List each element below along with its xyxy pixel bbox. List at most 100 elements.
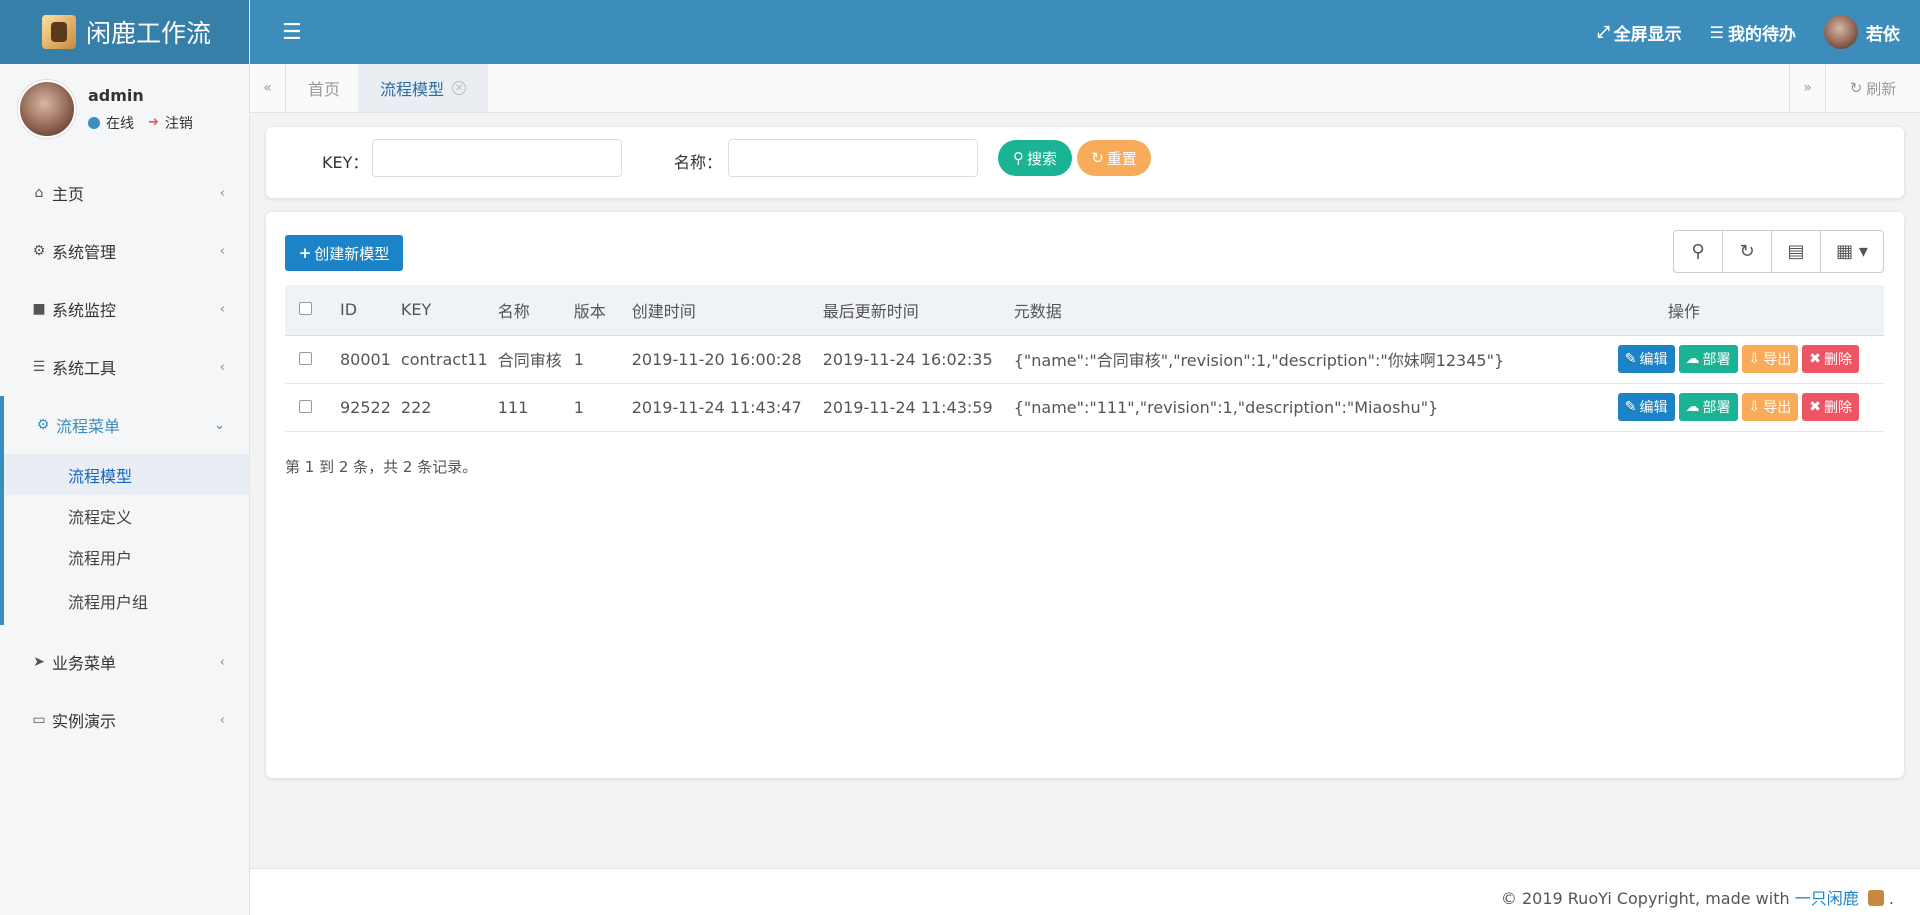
nav-sub-item-flow-model[interactable]: 流程模型: [4, 454, 249, 495]
deploy-button[interactable]: ☁ 部署: [1678, 393, 1738, 421]
column-header: 版本: [563, 285, 622, 336]
nav-item-demo[interactable]: ▭ 实例演示 ‹: [0, 691, 249, 749]
edit-label: 编辑: [1639, 400, 1668, 416]
user-menu[interactable]: 若依: [1824, 15, 1900, 49]
nav-item-system[interactable]: ⚙ 系统管理 ‹: [0, 222, 249, 280]
nav-sub-item-flow-definition[interactable]: 流程定义: [4, 495, 249, 536]
export-button[interactable]: ⇩ 导出: [1741, 393, 1799, 421]
cell-updated: 2019-11-24 16:02:35: [812, 335, 1004, 384]
row-checkbox[interactable]: [299, 399, 312, 413]
footer-suffix: .: [1888, 889, 1894, 908]
list-icon: ☰: [1709, 22, 1724, 42]
cell-updated: 2019-11-24 11:43:59: [812, 383, 1004, 432]
edit-icon: ✎: [1624, 399, 1637, 415]
close-icon: ✖: [1809, 399, 1821, 415]
close-icon: ✖: [1809, 351, 1821, 367]
nav-item-label: 流程菜单: [56, 417, 121, 436]
header-avatar: [1824, 15, 1858, 49]
desktop-icon: ▭: [32, 712, 46, 728]
tabs-scroll-right-icon[interactable]: »: [1789, 64, 1825, 112]
deer-icon: [1867, 890, 1884, 906]
user-panel: admin 在线 ➜ 注销: [0, 64, 249, 154]
footer-copyright: © 2019 RuoYi Copyright, made with: [1500, 889, 1795, 908]
gears-icon: ⚙: [36, 417, 50, 433]
nav-group-flow: ⚙ 流程菜单 ⌄ 流程模型 流程定义 流程用户 流程用户组: [0, 396, 249, 625]
chevron-left-icon: ‹: [219, 359, 225, 375]
table-toolbar: ⚲ ↻ ▤ ▦ ▾: [1673, 230, 1884, 273]
search-panel: KEY： 名称： ⚲ 搜索 ↻ 重置: [266, 127, 1904, 198]
column-header: 操作: [1533, 285, 1884, 336]
nav-sub-item-flow-usergroup[interactable]: 流程用户组: [4, 577, 249, 625]
chevron-down-icon: ⌄: [214, 417, 225, 433]
nav-item-business[interactable]: ➤ 业务菜单 ‹: [0, 633, 249, 691]
refresh-icon: ↻: [1849, 79, 1863, 97]
pagination-info: 第 1 到 2 条，共 2 条记录。: [285, 458, 478, 476]
header-username: 若依: [1866, 24, 1900, 45]
delete-label: 删除: [1824, 352, 1852, 368]
select-all-checkbox[interactable]: [299, 302, 312, 316]
reset-button[interactable]: ↻ 重置: [1077, 140, 1151, 176]
paper-plane-icon: ➤: [33, 654, 45, 670]
edit-button[interactable]: ✎ 编辑: [1617, 393, 1675, 421]
delete-button[interactable]: ✖ 删除: [1802, 345, 1859, 373]
nav-sub-item-flow-user[interactable]: 流程用户: [4, 536, 249, 577]
logout-link[interactable]: 注销: [165, 113, 193, 133]
nav-item-tools[interactable]: ☰ 系统工具 ‹: [0, 338, 249, 396]
name-input[interactable]: [728, 139, 978, 177]
user-name: admin: [88, 85, 144, 105]
todo-button[interactable]: ☰ 我的待办: [1710, 20, 1796, 45]
create-model-button[interactable]: + 创建新模型: [285, 235, 403, 271]
brand[interactable]: 闲鹿工作流: [0, 0, 249, 64]
search-icon: ⚲: [1012, 149, 1024, 167]
nav-item-home[interactable]: ⌂ 主页 ‹: [0, 164, 249, 222]
footer-link[interactable]: 一只闲鹿: [1795, 889, 1859, 908]
key-input[interactable]: [372, 139, 622, 177]
name-label: 名称：: [674, 153, 723, 172]
cell-id: 92522: [330, 383, 391, 432]
top-header: ☰ ⤢ 全屏显示 ☰ 我的待办 若依: [250, 0, 1920, 64]
plus-icon: +: [298, 244, 312, 262]
nav-item-monitor[interactable]: ■ 系统监控 ‹: [0, 280, 249, 338]
tab-label: 首页: [308, 80, 341, 99]
hamburger-menu-icon[interactable]: ☰: [282, 20, 302, 45]
edit-button[interactable]: ✎ 编辑: [1617, 345, 1675, 373]
chevron-left-icon: ‹: [219, 243, 225, 259]
chevron-left-icon: ‹: [219, 712, 225, 728]
cell-metadata: {"name":"合同审核","revision":1,"description…: [1003, 335, 1534, 384]
export-button[interactable]: ⇩ 导出: [1741, 345, 1799, 373]
nav-item-label: 系统监控: [52, 301, 117, 320]
deer-logo-icon: [42, 15, 76, 49]
todo-label: 我的待办: [1728, 24, 1796, 45]
search-button[interactable]: ⚲ 搜索: [998, 140, 1072, 176]
list-view-icon[interactable]: ▤: [1772, 231, 1821, 272]
delete-button[interactable]: ✖ 删除: [1802, 393, 1859, 421]
brand-title: 闲鹿工作流: [86, 19, 212, 48]
fullscreen-button[interactable]: ⤢ 全屏显示: [1597, 20, 1682, 45]
tabs-bar: « 首页 流程模型 ✕ » ↻ 刷新: [250, 64, 1920, 113]
close-icon[interactable]: ✕: [452, 81, 467, 95]
tab-home[interactable]: 首页: [286, 64, 362, 112]
nav-item-label: 业务菜单: [52, 654, 117, 673]
search-button-label: 搜索: [1026, 149, 1057, 168]
table-row: 80001 contract11 合同审核 1 2019-11-20 16:00…: [285, 335, 1884, 384]
column-header: 创建时间: [621, 285, 813, 336]
nav-menu: ⌂ 主页 ‹ ⚙ 系统管理 ‹ ■ 系统监控 ‹ ☰ 系统工具 ‹ ⚙ 流程菜单…: [0, 164, 249, 749]
deploy-button[interactable]: ☁ 部署: [1678, 345, 1738, 373]
refresh-icon[interactable]: ↻: [1723, 231, 1772, 272]
columns-icon[interactable]: ▦ ▾: [1821, 231, 1883, 272]
table-panel: + 创建新模型 ⚲ ↻ ▤ ▦ ▾ ID KEY 名称 版本 创建时间 最后更新…: [266, 212, 1904, 778]
row-checkbox[interactable]: [299, 351, 312, 365]
cloud-upload-icon: ☁: [1685, 351, 1700, 367]
download-icon: ⇩: [1748, 399, 1761, 415]
refresh-tab-button[interactable]: ↻ 刷新: [1825, 64, 1920, 112]
nav-item-flow[interactable]: ⚙ 流程菜单 ⌄: [4, 396, 249, 454]
logout-icon[interactable]: ➜: [148, 115, 159, 130]
search-toggle-icon[interactable]: ⚲: [1674, 231, 1723, 272]
tabs-scroll-left-icon[interactable]: «: [250, 64, 286, 112]
nav-item-label: 系统管理: [52, 243, 117, 262]
tab-flow-model[interactable]: 流程模型 ✕: [358, 64, 489, 112]
expand-icon: ⤢: [1596, 22, 1610, 41]
sidebar: 闲鹿工作流 admin 在线 ➜ 注销 ⌂ 主页 ‹ ⚙ 系统管理 ‹ ■ 系统…: [0, 0, 250, 915]
key-label: KEY：: [322, 153, 369, 172]
model-table: ID KEY 名称 版本 创建时间 最后更新时间 元数据 操作 80001 co…: [285, 285, 1884, 432]
